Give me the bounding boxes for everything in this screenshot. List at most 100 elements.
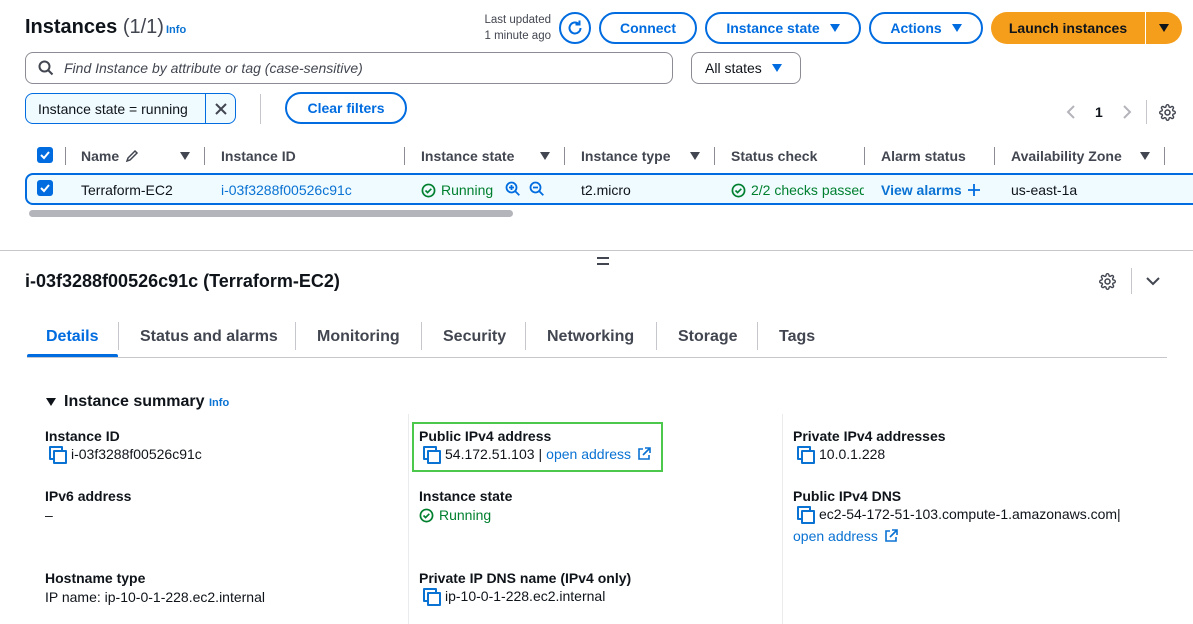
sort-caret-icon[interactable] xyxy=(540,152,550,160)
state-filter-value: All states xyxy=(705,60,762,76)
ipv6-value: – xyxy=(45,507,53,523)
resize-handle[interactable] xyxy=(597,257,609,265)
view-alarms-link[interactable]: View alarms xyxy=(881,182,962,198)
public-dns-open-address[interactable]: open address xyxy=(793,528,898,544)
tab-tags-label: Tags xyxy=(779,328,816,345)
cell-instance-id[interactable]: i-03f3288f00526c91c xyxy=(221,180,352,200)
copy-icon[interactable] xyxy=(797,446,815,464)
sort-caret-icon[interactable] xyxy=(690,152,700,160)
instance-state-value: Running xyxy=(419,507,491,523)
page-title: Instances (1/1) xyxy=(25,16,164,39)
cell-alarm-status[interactable]: View alarms xyxy=(881,180,980,200)
tabs-underline xyxy=(27,357,1167,358)
remove-filter-button[interactable] xyxy=(205,94,235,123)
check-icon xyxy=(40,184,50,193)
zoom-in-icon[interactable] xyxy=(505,181,521,197)
check-circle-icon xyxy=(421,183,436,197)
launch-instances-button[interactable]: Launch instances xyxy=(991,12,1145,44)
filter-token-label: Instance state = running xyxy=(38,100,188,117)
column-header-name[interactable]: Name xyxy=(81,146,139,166)
public-dns-label: Public IPv4 DNS xyxy=(793,488,902,504)
tab-details[interactable]: Details xyxy=(46,322,98,352)
row-checkbox[interactable] xyxy=(37,180,53,196)
tab-networking[interactable]: Networking xyxy=(547,322,634,352)
tab-separator xyxy=(525,322,526,350)
caret-down-icon xyxy=(1159,24,1169,32)
private-dns-value: ip-10-0-1-228.ec2.internal xyxy=(423,588,605,606)
column-header-availability-zone[interactable]: Availability Zone xyxy=(1011,146,1122,166)
details-column-divider xyxy=(408,414,409,624)
instance-id-link[interactable]: i-03f3288f00526c91c xyxy=(221,182,352,198)
pencil-icon xyxy=(125,149,139,163)
last-updated-time: 1 minute ago xyxy=(484,30,552,42)
plus-icon[interactable] xyxy=(967,184,980,196)
copy-icon[interactable] xyxy=(797,506,815,524)
clear-filters-button[interactable]: Clear filters xyxy=(285,92,407,124)
tab-storage-label: Storage xyxy=(678,328,738,345)
open-address-link[interactable]: open address xyxy=(546,446,631,462)
sort-caret-icon[interactable] xyxy=(1140,152,1150,160)
open-address-link-2[interactable]: open address xyxy=(793,528,878,544)
zoom-out-icon[interactable] xyxy=(529,181,545,197)
caret-down-icon xyxy=(771,64,782,72)
cell-status-check: 2/2 checks passed xyxy=(731,180,864,200)
info-link[interactable]: Info xyxy=(166,24,186,36)
sort-caret-icon[interactable] xyxy=(180,152,190,160)
tab-details-label: Details xyxy=(46,328,99,345)
page-number[interactable]: 1 xyxy=(1095,104,1103,120)
column-status-check-label: Status check xyxy=(731,148,818,164)
tab-separator xyxy=(757,322,758,350)
column-header-instance-state[interactable]: Instance state xyxy=(421,146,514,166)
tab-security[interactable]: Security xyxy=(443,322,506,352)
horizontal-scrollbar[interactable] xyxy=(29,210,513,217)
gear-icon[interactable] xyxy=(1159,104,1176,121)
column-header-status-check[interactable]: Status check xyxy=(731,146,817,166)
instance-state-button[interactable]: Instance state xyxy=(705,12,861,44)
tab-status-label: Status and alarms xyxy=(140,328,278,345)
pagination-divider xyxy=(1146,100,1147,124)
instance-state-value: Running xyxy=(441,182,494,198)
public-dns-text: ec2-54-172-51-103.compute-1.amazonaws.co… xyxy=(819,506,1118,522)
actions-label: Actions xyxy=(890,20,942,36)
copy-icon[interactable] xyxy=(49,446,67,464)
private-ipv4-label: Private IPv4 addresses xyxy=(793,428,946,444)
actions-button[interactable]: Actions xyxy=(869,12,983,44)
tab-monitoring[interactable]: Monitoring xyxy=(317,322,400,352)
tab-monitoring-label: Monitoring xyxy=(317,328,400,345)
column-separator xyxy=(1164,147,1165,165)
tab-storage[interactable]: Storage xyxy=(678,322,738,352)
refresh-button[interactable] xyxy=(559,12,591,44)
instance-summary-header[interactable]: Instance summary xyxy=(46,393,205,411)
select-all-checkbox[interactable] xyxy=(37,147,53,163)
column-header-instance-type[interactable]: Instance type xyxy=(581,146,670,166)
gear-icon[interactable] xyxy=(1099,273,1116,290)
caret-down-icon xyxy=(951,24,962,32)
chevron-left-icon[interactable] xyxy=(1066,104,1076,120)
search-input[interactable]: Find Instance by attribute or tag (case-… xyxy=(25,52,673,84)
tab-tags[interactable]: Tags xyxy=(779,322,815,352)
section-info-link[interactable]: Info xyxy=(209,397,229,409)
copy-icon[interactable] xyxy=(423,588,441,606)
column-instance-id-label: Instance ID xyxy=(221,148,296,164)
caret-down-icon xyxy=(46,398,56,406)
external-link-icon[interactable] xyxy=(637,447,651,461)
tab-security-label: Security xyxy=(443,328,507,345)
chevron-right-icon[interactable] xyxy=(1122,104,1132,120)
column-separator xyxy=(204,147,205,165)
tab-separator xyxy=(421,322,422,350)
chevron-down-icon[interactable] xyxy=(1145,276,1161,286)
launch-dropdown-button[interactable] xyxy=(1146,12,1182,44)
tab-separator xyxy=(656,322,657,350)
tab-status-and-alarms[interactable]: Status and alarms xyxy=(140,322,278,352)
copy-icon[interactable] xyxy=(423,446,441,464)
close-icon xyxy=(214,102,227,115)
state-filter-select[interactable]: All states xyxy=(691,52,801,84)
external-link-icon[interactable] xyxy=(884,529,898,543)
column-header-alarm-status[interactable]: Alarm status xyxy=(881,146,966,166)
search-placeholder: Find Instance by attribute or tag (case-… xyxy=(64,60,363,76)
column-az-label: Availability Zone xyxy=(1011,148,1122,164)
column-header-instance-id[interactable]: Instance ID xyxy=(221,146,296,166)
connect-button[interactable]: Connect xyxy=(599,12,697,44)
status-check-value: 2/2 checks passed xyxy=(751,182,864,198)
instance-count: (1/1) xyxy=(122,16,164,38)
